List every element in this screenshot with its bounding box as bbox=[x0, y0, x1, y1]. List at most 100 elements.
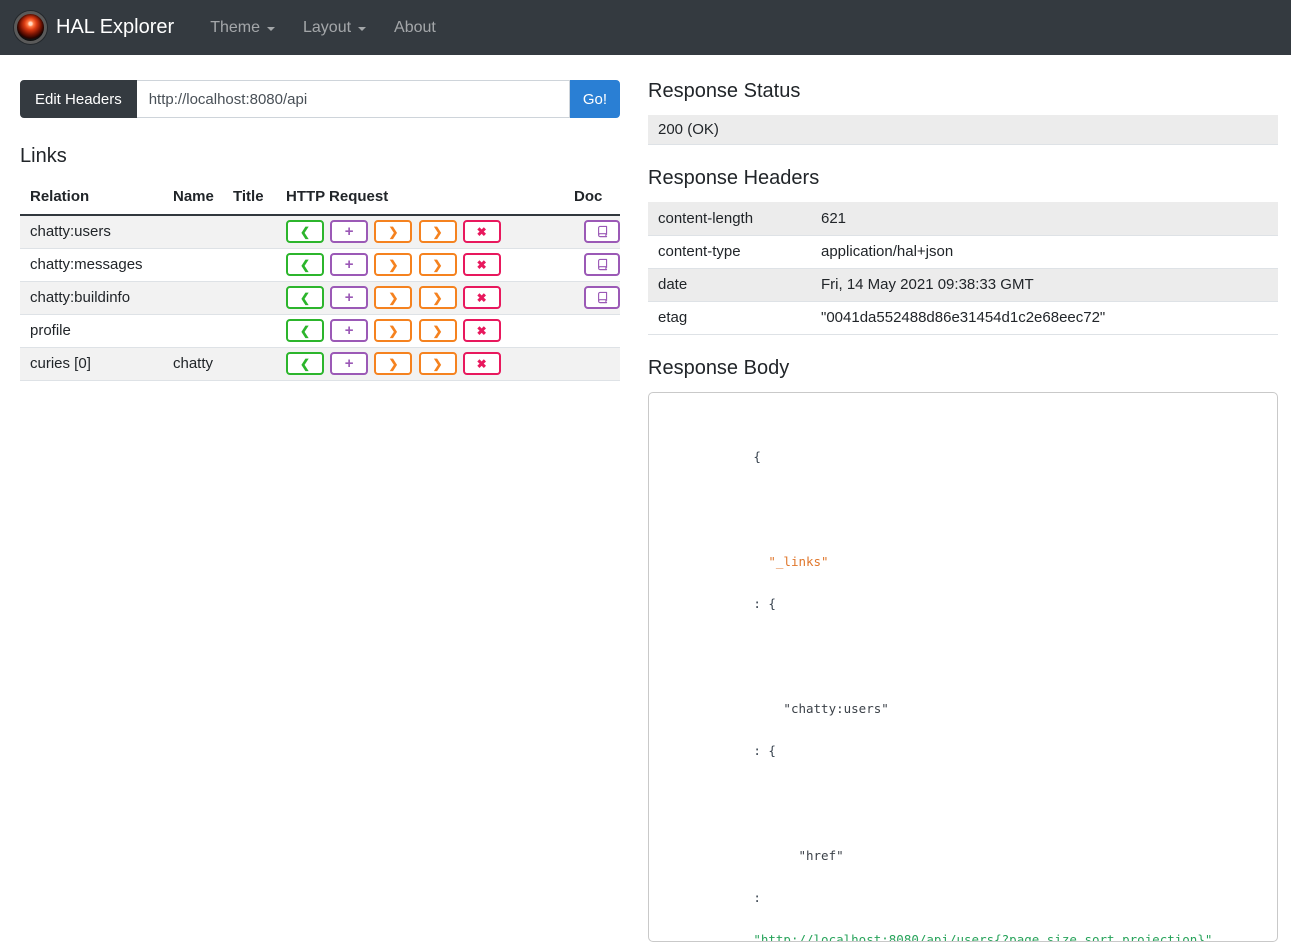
column-header-name: Name bbox=[173, 181, 233, 216]
brand-link[interactable]: HAL Explorer bbox=[14, 11, 196, 44]
name-cell bbox=[173, 281, 233, 315]
patch-button[interactable]: ❯ bbox=[418, 220, 457, 244]
delete-button[interactable]: ✖ bbox=[462, 286, 501, 309]
column-header-relation: Relation bbox=[20, 181, 173, 216]
put-button[interactable]: ❯ bbox=[374, 352, 413, 375]
nav-item-theme[interactable]: Theme bbox=[196, 11, 289, 45]
patch-button[interactable]: ❯ bbox=[418, 352, 457, 375]
response-status-title: Response Status bbox=[648, 80, 801, 102]
post-button[interactable]: + bbox=[330, 220, 369, 244]
http-request-cell: ❮ + ❯ ❯ ✖ bbox=[286, 215, 574, 249]
http-method-glyph: ❯ bbox=[388, 356, 399, 371]
get-button[interactable]: ❮ bbox=[286, 319, 324, 342]
http-method-glyph: ❯ bbox=[388, 224, 399, 239]
relation-cell: profile bbox=[20, 314, 173, 348]
patch-button[interactable]: ❯ bbox=[418, 253, 457, 276]
http-method-glyph: ❯ bbox=[432, 224, 443, 239]
column-header-doc: Doc bbox=[574, 181, 620, 216]
nav-item-label: Layout bbox=[303, 18, 352, 36]
delete-button[interactable]: ✖ bbox=[462, 319, 501, 342]
code-token: "_links" bbox=[753, 553, 829, 569]
http-method-glyph: ✖ bbox=[476, 323, 487, 338]
links-title: Links bbox=[20, 145, 67, 167]
header-value: application/hal+json bbox=[811, 235, 1278, 269]
doc-cell bbox=[574, 347, 620, 381]
book-icon bbox=[597, 258, 607, 271]
doc-cell bbox=[574, 248, 620, 282]
http-request-cell: ❮ + ❯ ❯ ✖ bbox=[286, 347, 574, 381]
delete-button[interactable]: ✖ bbox=[462, 220, 501, 244]
title-cell bbox=[233, 347, 286, 381]
patch-button[interactable]: ❯ bbox=[418, 319, 457, 342]
main-content: Edit Headers Go! Links Relation Name Tit… bbox=[0, 55, 1291, 942]
put-button[interactable]: ❯ bbox=[374, 220, 413, 244]
code-token: "chatty:users" bbox=[753, 700, 889, 716]
link-row: chatty:buildinfo ❮ + ❯ ❯ ✖ bbox=[20, 281, 620, 315]
code-line: "href" : "http://localhost:8080/api/user… bbox=[663, 803, 1263, 941]
nav-item-label: Theme bbox=[210, 18, 260, 36]
http-method-glyph: ❮ bbox=[299, 356, 311, 371]
http-method-glyph: ❮ bbox=[299, 323, 311, 338]
header-key: content-type bbox=[648, 235, 811, 269]
delete-button[interactable]: ✖ bbox=[462, 253, 501, 276]
get-button[interactable]: ❮ bbox=[286, 220, 324, 244]
edit-headers-button[interactable]: Edit Headers bbox=[20, 80, 137, 118]
name-cell bbox=[173, 248, 233, 282]
doc-button[interactable] bbox=[584, 220, 620, 244]
post-button[interactable]: + bbox=[330, 286, 369, 309]
post-button[interactable]: + bbox=[330, 253, 369, 276]
doc-button[interactable] bbox=[584, 286, 620, 309]
header-key: date bbox=[648, 268, 811, 302]
response-header-row: content-length 621 bbox=[648, 202, 1278, 236]
url-input[interactable] bbox=[136, 80, 570, 118]
http-method-glyph: ❮ bbox=[299, 290, 311, 305]
response-headers-table: content-length 621 content-type applicat… bbox=[648, 202, 1278, 335]
http-method-glyph: ✖ bbox=[476, 356, 487, 371]
put-button[interactable]: ❯ bbox=[374, 319, 413, 342]
http-method-glyph: ❮ bbox=[299, 224, 311, 239]
column-header-title: Title bbox=[233, 181, 286, 216]
link-row: chatty:messages ❮ + ❯ ❯ ✖ bbox=[20, 248, 620, 282]
right-column: Response Status 200 (OK) Response Header… bbox=[648, 80, 1278, 942]
put-button[interactable]: ❯ bbox=[374, 286, 413, 309]
doc-cell bbox=[574, 281, 620, 315]
nav-item-layout[interactable]: Layout bbox=[289, 11, 380, 45]
http-method-glyph: + bbox=[344, 256, 354, 273]
http-request-cell: ❮ + ❯ ❯ ✖ bbox=[286, 314, 574, 348]
hal-9000-logo-icon bbox=[14, 11, 47, 44]
title-cell bbox=[233, 281, 286, 315]
header-value: 621 bbox=[811, 202, 1278, 236]
delete-button[interactable]: ✖ bbox=[462, 352, 501, 375]
http-method-glyph: ✖ bbox=[476, 290, 487, 305]
left-column: Edit Headers Go! Links Relation Name Tit… bbox=[20, 80, 620, 942]
header-key: content-length bbox=[648, 202, 811, 236]
chevron-down-icon bbox=[267, 26, 275, 31]
relation-cell: chatty:users bbox=[20, 215, 173, 249]
response-headers-title: Response Headers bbox=[648, 167, 820, 189]
doc-button[interactable] bbox=[584, 253, 620, 276]
patch-button[interactable]: ❯ bbox=[418, 286, 457, 309]
get-button[interactable]: ❮ bbox=[286, 352, 324, 375]
request-bar: Edit Headers Go! bbox=[20, 80, 620, 118]
response-header-row: etag "0041da552488d86e31454d1c2e68eec72" bbox=[648, 301, 1278, 335]
http-method-glyph: ❯ bbox=[432, 323, 443, 338]
http-method-glyph: ❯ bbox=[432, 356, 443, 371]
header-value: Fri, 14 May 2021 09:38:33 GMT bbox=[811, 268, 1278, 302]
get-button[interactable]: ❮ bbox=[286, 286, 324, 309]
link-row: chatty:users ❮ + ❯ ❯ ✖ bbox=[20, 215, 620, 249]
put-button[interactable]: ❯ bbox=[374, 253, 413, 276]
http-method-glyph: ❯ bbox=[388, 257, 399, 272]
header-value: "0041da552488d86e31454d1c2e68eec72" bbox=[811, 301, 1278, 335]
http-method-glyph: + bbox=[344, 355, 354, 372]
http-method-glyph: ❯ bbox=[388, 290, 399, 305]
link-row: profile ❮ + ❯ ❯ ✖ bbox=[20, 314, 620, 348]
http-method-glyph: ✖ bbox=[476, 224, 487, 239]
http-method-glyph: ❯ bbox=[388, 323, 399, 338]
get-button[interactable]: ❮ bbox=[286, 253, 324, 276]
response-body-panel: { "_links" : { "chatty:users": {"href"… bbox=[648, 391, 1278, 942]
go-button[interactable]: Go! bbox=[569, 80, 620, 118]
nav-item-about[interactable]: About bbox=[380, 11, 465, 45]
post-button[interactable]: + bbox=[330, 352, 369, 375]
code-token: : { bbox=[753, 742, 776, 758]
post-button[interactable]: + bbox=[330, 319, 369, 342]
